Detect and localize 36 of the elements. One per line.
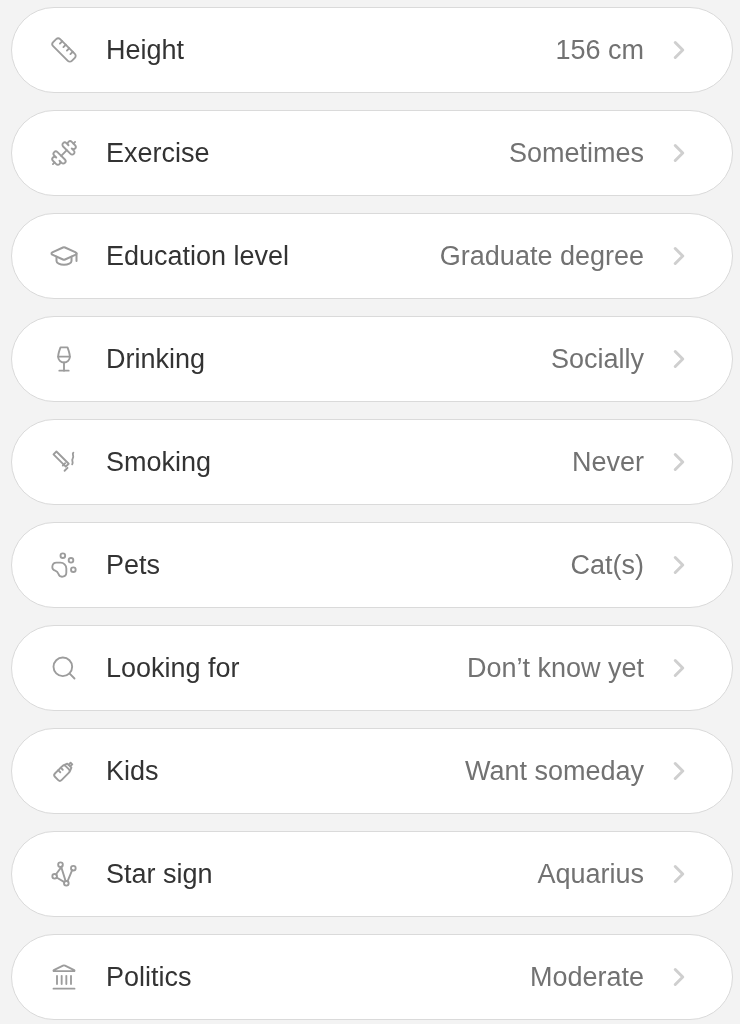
profile-field-row[interactable]: Drinking Socially [11, 316, 733, 402]
paw-icon [50, 551, 78, 579]
field-label: Exercise [106, 137, 210, 169]
search-icon [50, 654, 78, 682]
landmark-icon [50, 963, 78, 991]
field-label: Education level [106, 240, 290, 272]
field-label: Politics [106, 961, 192, 993]
field-value: Socially [550, 343, 644, 375]
profile-field-row[interactable]: Politics Moderate [11, 934, 733, 1020]
profile-field-row[interactable]: Smoking Never [11, 419, 733, 505]
profile-field-row[interactable]: Star sign Aquarius [11, 831, 733, 917]
profile-field-row[interactable]: Kids Want someday [11, 728, 733, 814]
field-label: Pets [106, 549, 161, 581]
field-label: Star sign [106, 858, 213, 890]
field-value: Cat(s) [570, 549, 644, 581]
field-label: Kids [106, 755, 159, 787]
field-label: Drinking [106, 343, 206, 375]
field-value: 156 cm [555, 34, 644, 66]
profile-field-row[interactable]: Education level Graduate degree [11, 213, 733, 299]
field-value: Don’t know yet [466, 652, 644, 684]
field-label: Looking for [106, 652, 240, 684]
field-value: Aquarius [537, 858, 644, 890]
field-value: Never [571, 446, 644, 478]
constellation-icon [50, 860, 78, 888]
dumbbell-icon [50, 139, 78, 167]
field-value: Want someday [464, 755, 644, 787]
profile-field-row[interactable]: Height 156 cm [11, 7, 733, 93]
field-value: Moderate [529, 961, 644, 993]
field-value: Sometimes [508, 137, 644, 169]
profile-field-row[interactable]: Looking for Don’t know yet [11, 625, 733, 711]
field-label: Smoking [106, 446, 212, 478]
profile-field-row[interactable]: Pets Cat(s) [11, 522, 733, 608]
field-value: Graduate degree [439, 240, 644, 272]
profile-field-row[interactable]: Exercise Sometimes [11, 110, 733, 196]
ruler-icon [50, 36, 78, 64]
field-label: Height [106, 34, 185, 66]
